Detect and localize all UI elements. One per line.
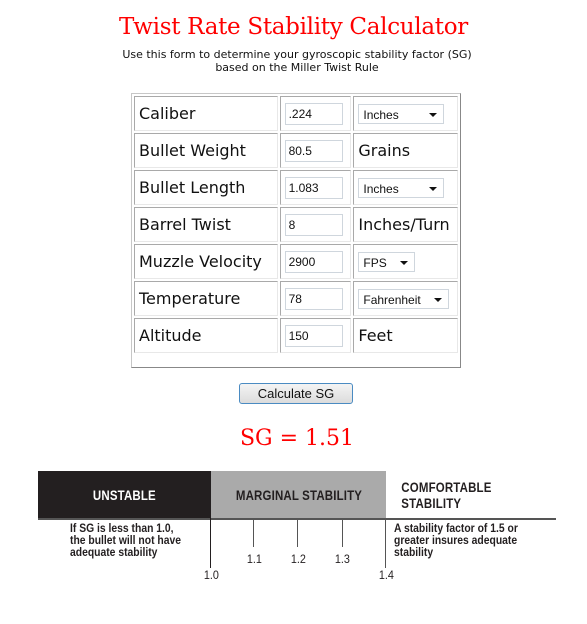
- row-temperature: Temperature Fahrenheit: [134, 281, 458, 316]
- tick-label-1-4: 1.4: [378, 568, 394, 582]
- stability-scale: UNSTABLE MARGINAL STABILITY COMFORTABLE …: [38, 471, 556, 591]
- comfortable-note: A stability factor of 1.5 or greater ins…: [394, 523, 518, 559]
- temperature-label: Temperature: [134, 281, 278, 316]
- bullet-length-input[interactable]: [284, 176, 343, 199]
- caliber-input[interactable]: [284, 102, 343, 125]
- temperature-input[interactable]: [284, 287, 343, 310]
- calculator-form: Caliber Inches Bullet Weight Grains Bull…: [131, 93, 461, 368]
- bullet-weight-label: Bullet Weight: [134, 133, 278, 168]
- tick-1-1: [253, 518, 254, 547]
- band-comfortable: COMFORTABLE STABILITY: [386, 471, 556, 518]
- row-caliber: Caliber Inches: [134, 96, 458, 131]
- tick-1-4: [385, 518, 386, 568]
- chevron-down-icon: [434, 297, 443, 302]
- altitude-unit: Feet: [353, 318, 458, 353]
- temperature-unit-select[interactable]: Fahrenheit: [358, 288, 450, 309]
- tick-1-0: [210, 518, 211, 568]
- tick-label-1-0: 1.0: [203, 568, 219, 582]
- bullet-weight-input[interactable]: [284, 139, 343, 162]
- subtitle-line-1: Use this form to determine your gyroscop…: [122, 48, 472, 61]
- bullet-length-unit-select[interactable]: Inches: [358, 177, 445, 198]
- altitude-input[interactable]: [284, 324, 343, 347]
- chevron-down-icon: [429, 112, 438, 117]
- unstable-note: If SG is less than 1.0, the bullet will …: [70, 523, 181, 559]
- row-bullet-length: Bullet Length Inches: [134, 170, 458, 205]
- calculate-sg-button[interactable]: Calculate SG: [239, 383, 353, 404]
- tick-1-3: [342, 518, 343, 547]
- muzzle-velocity-label: Muzzle Velocity: [134, 244, 278, 279]
- tick-label-1-1: 1.1: [246, 552, 262, 566]
- caliber-unit-select[interactable]: Inches: [358, 103, 445, 124]
- row-muzzle-velocity: Muzzle Velocity FPS: [134, 244, 458, 279]
- barrel-twist-input[interactable]: [284, 213, 343, 236]
- row-barrel-twist: Barrel Twist Inches/Turn: [134, 207, 458, 242]
- band-marginal: MARGINAL STABILITY: [211, 471, 386, 518]
- bullet-length-label: Bullet Length: [134, 170, 278, 205]
- page-title: Twist Rate Stability Calculator: [119, 14, 468, 40]
- barrel-twist-label: Barrel Twist: [134, 207, 278, 242]
- caliber-label: Caliber: [134, 96, 278, 131]
- page-subtitle: Use this form to determine your gyroscop…: [0, 48, 587, 74]
- subtitle-line-2: based on the Miller Twist Rule: [215, 61, 379, 74]
- bullet-weight-unit: Grains: [353, 133, 458, 168]
- sg-result: SG = 1.51: [239, 426, 355, 451]
- tick-label-1-2: 1.2: [290, 552, 306, 566]
- band-unstable: UNSTABLE: [38, 471, 211, 518]
- tick-label-1-3: 1.3: [334, 552, 350, 566]
- chevron-down-icon: [429, 186, 438, 191]
- muzzle-velocity-input[interactable]: [284, 250, 343, 273]
- tick-1-2: [297, 518, 298, 547]
- row-bullet-weight: Bullet Weight Grains: [134, 133, 458, 168]
- barrel-twist-unit: Inches/Turn: [353, 207, 458, 242]
- row-altitude: Altitude Feet: [134, 318, 458, 353]
- altitude-label: Altitude: [134, 318, 278, 353]
- muzzle-velocity-unit-select[interactable]: FPS: [358, 251, 416, 272]
- chevron-down-icon: [400, 260, 409, 265]
